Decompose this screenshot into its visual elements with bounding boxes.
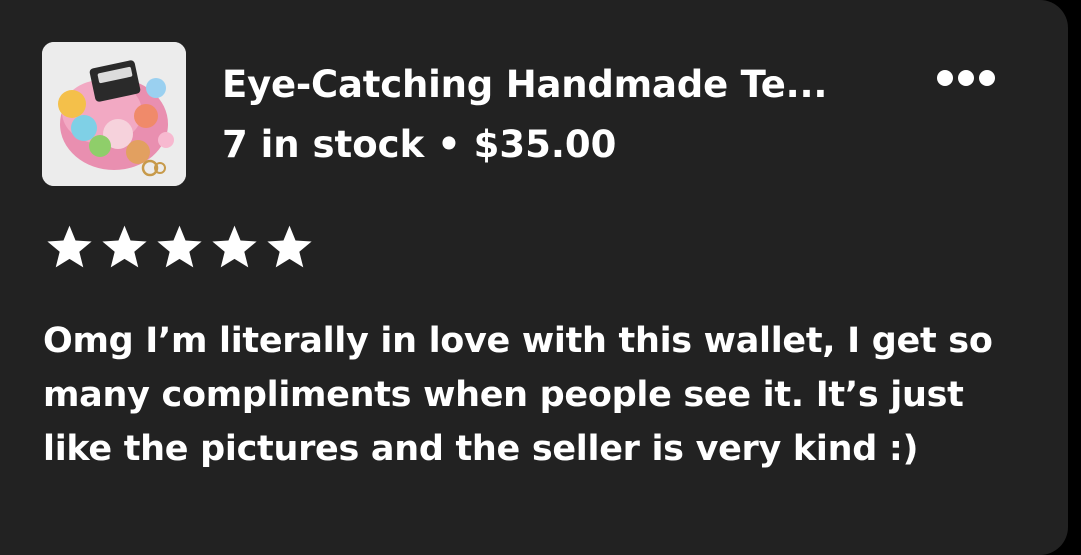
review-card: Eye-Catching Handmade Te... 7 in stock •… xyxy=(0,0,1068,555)
product-stock-price: 7 in stock • $35.00 xyxy=(222,120,616,170)
product-title[interactable]: Eye-Catching Handmade Te... xyxy=(222,60,827,110)
separator-dot: • xyxy=(437,123,461,166)
star-icon xyxy=(102,225,147,268)
star-icon xyxy=(212,225,257,268)
wallet-with-plush-toys-photo xyxy=(42,42,186,186)
more-horizontal-icon xyxy=(958,70,974,86)
more-options-button[interactable] xyxy=(930,60,1002,96)
more-horizontal-icon xyxy=(937,70,953,86)
review-text: Omg I’m literally in love with this wall… xyxy=(43,321,993,469)
stock-status: 7 in stock xyxy=(222,123,425,166)
product-thumbnail[interactable] xyxy=(42,42,186,186)
more-horizontal-icon xyxy=(979,70,995,86)
star-rating xyxy=(44,224,315,272)
price: $35.00 xyxy=(473,123,617,166)
star-icon xyxy=(157,225,202,268)
star-icon xyxy=(267,225,312,268)
star-icon xyxy=(47,225,92,268)
